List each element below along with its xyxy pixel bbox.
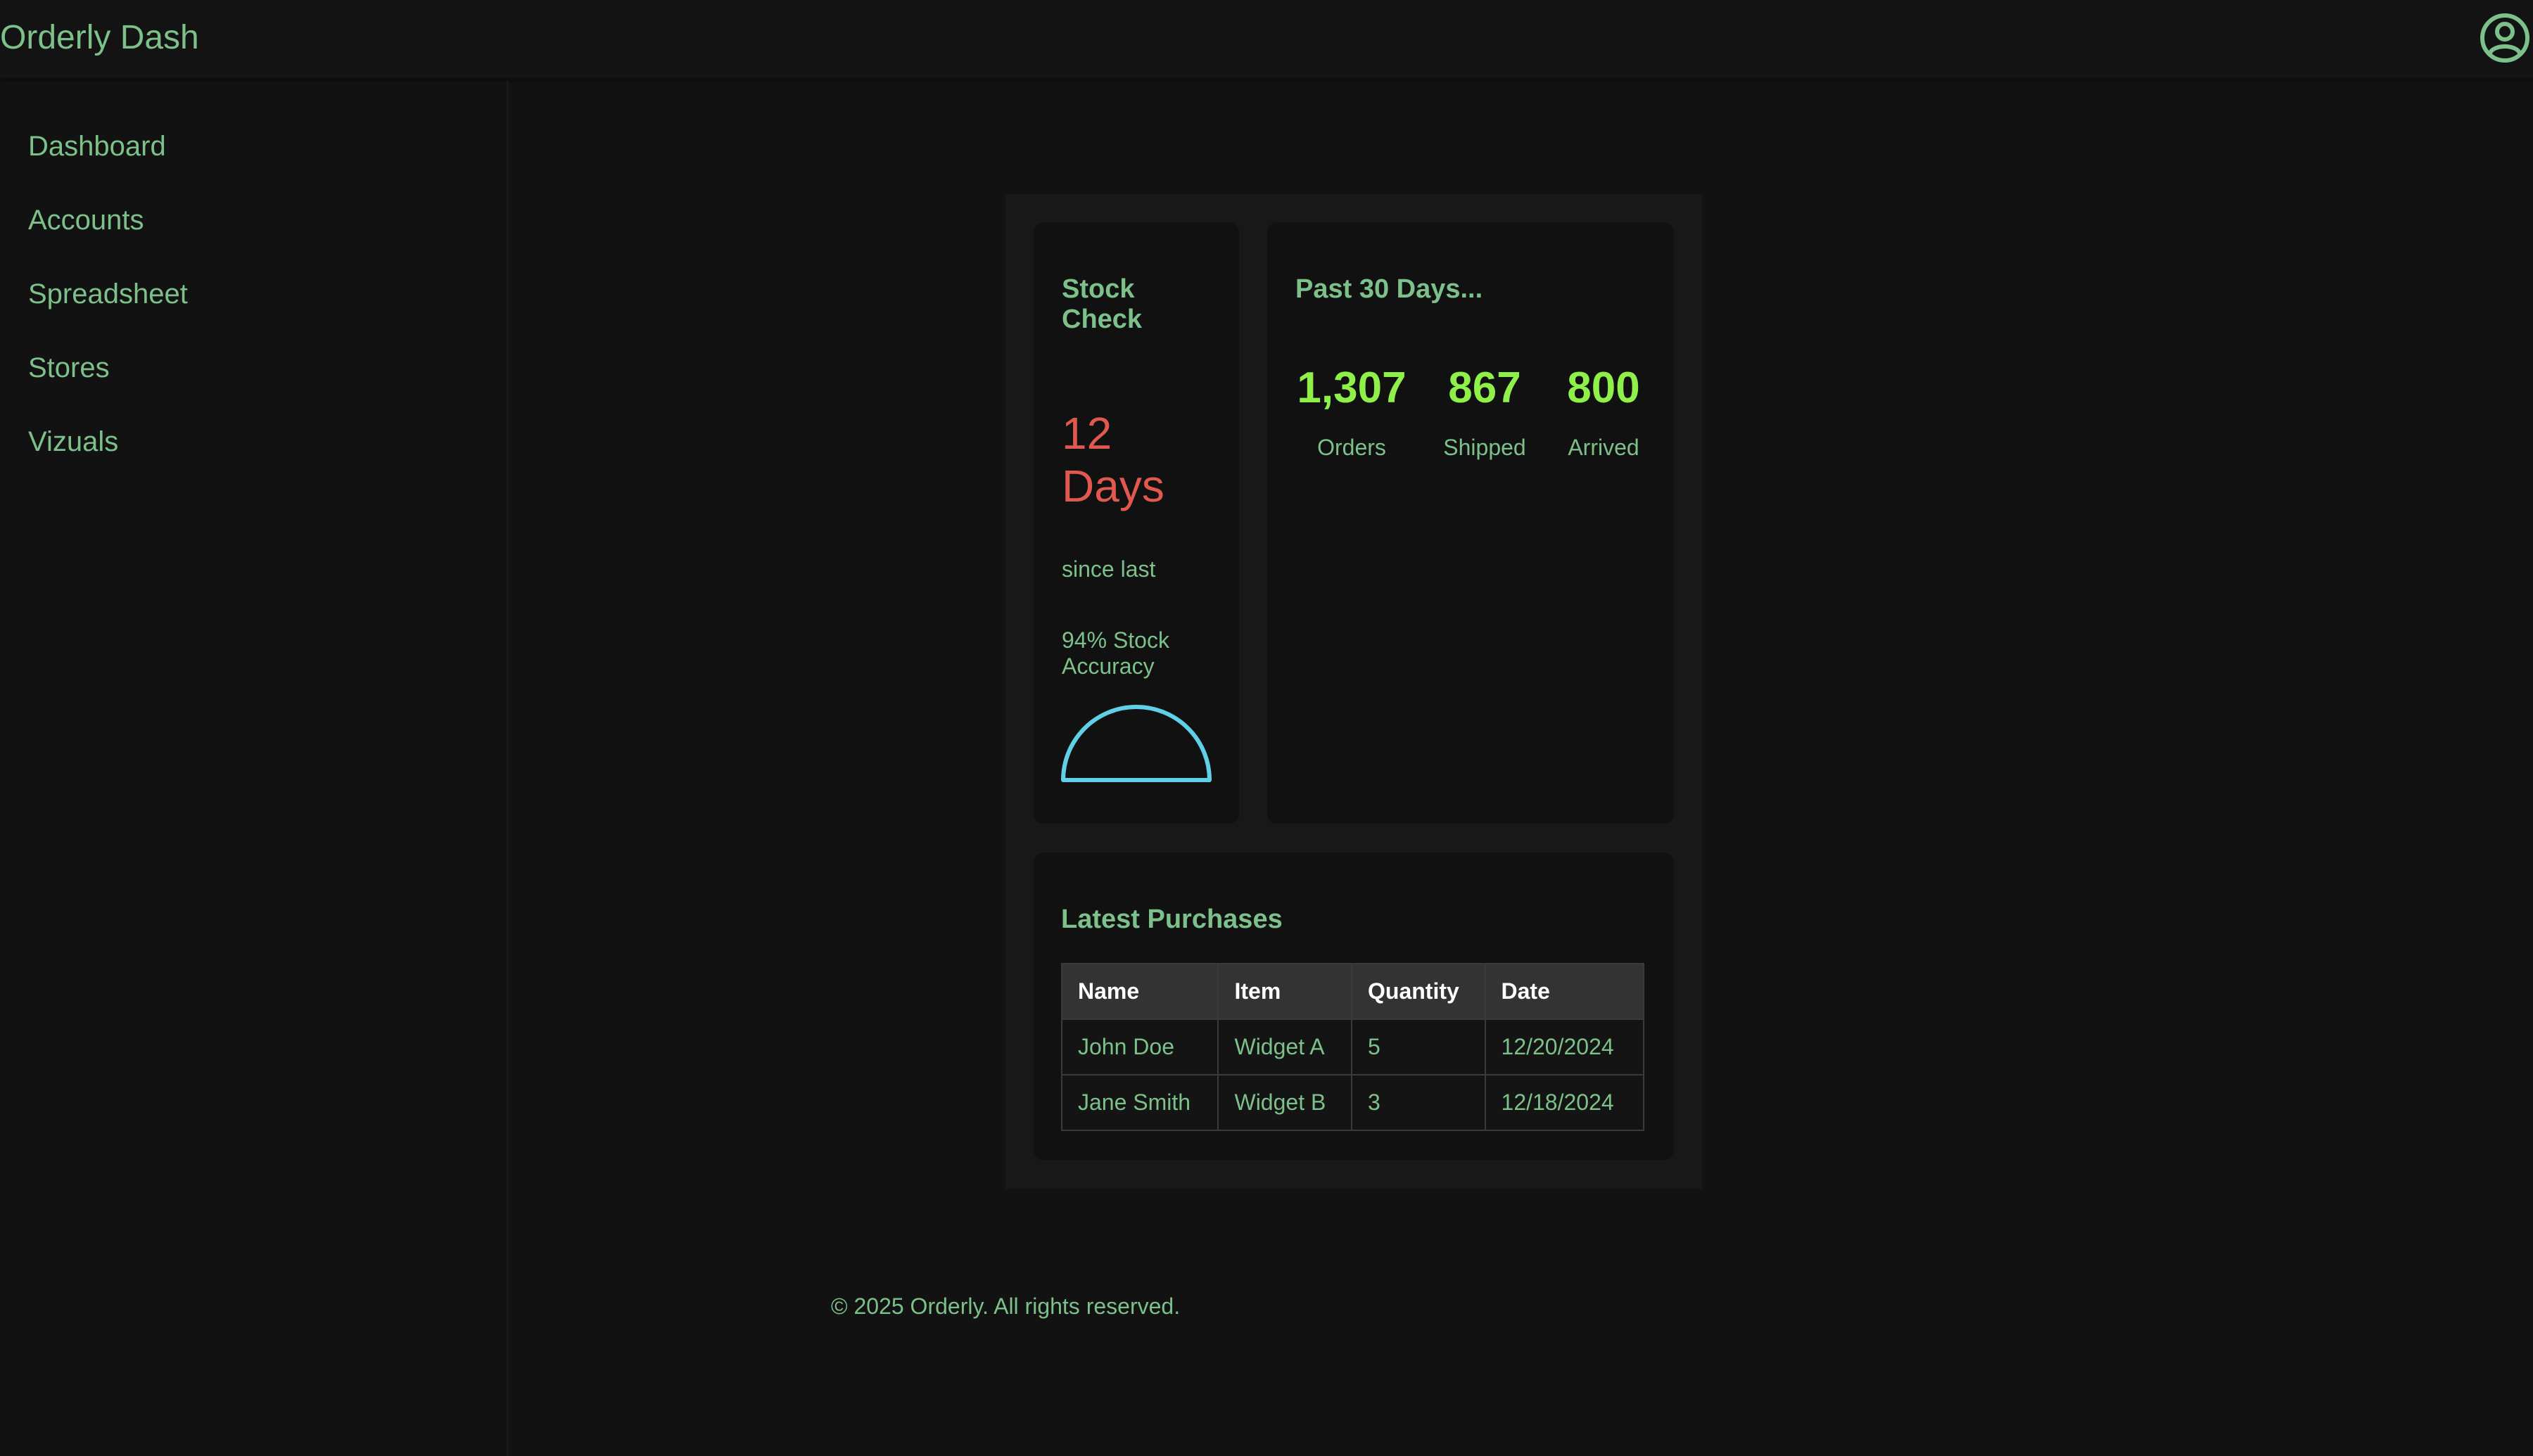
cell-item: Widget A — [1217, 1018, 1352, 1075]
cell-date: 12/20/2024 — [1484, 1018, 1645, 1075]
app-title: Orderly Dash — [0, 19, 199, 56]
table-header-row: Name Item Quantity Date — [1060, 963, 1645, 1020]
top-bar: Orderly Dash — [0, 0, 2533, 79]
latest-purchases-card: Latest Purchases Name Item Quantity Date… — [1034, 852, 1674, 1160]
column-header-date[interactable]: Date — [1484, 963, 1645, 1020]
stock-accuracy-gauge — [1061, 705, 1212, 782]
stock-check-title-line2: Check — [1062, 305, 1143, 334]
purchases-table: Name Item Quantity Date John Doe Widget … — [1060, 963, 1645, 1131]
past-30-days-card: Past 30 Days... 1,307 Orders 867 Shipped… — [1267, 222, 1674, 824]
stock-accuracy-line1: 94% Stock — [1062, 627, 1169, 653]
sidebar: Dashboard Accounts Spreadsheet Stores Vi… — [0, 81, 509, 1456]
stock-accuracy-line2: Accuracy — [1062, 653, 1155, 679]
user-circle-icon[interactable] — [2479, 12, 2531, 64]
past-30-days-title: Past 30 Days... — [1295, 274, 1483, 304]
cell-name: John Doe — [1060, 1018, 1219, 1075]
cell-item: Widget B — [1217, 1074, 1352, 1131]
arrived-count: 800 — [1567, 364, 1640, 412]
table-row[interactable]: Jane Smith Widget B 3 12/18/2024 — [1060, 1074, 1645, 1131]
footer-copyright: © 2025 Orderly. All rights reserved. — [831, 1294, 1181, 1319]
days-since-unit: Days — [1062, 461, 1164, 511]
stock-check-title-line1: Stock — [1062, 274, 1135, 304]
latest-purchases-title: Latest Purchases — [1061, 905, 1283, 934]
column-header-name[interactable]: Name — [1060, 963, 1219, 1020]
column-header-item[interactable]: Item — [1217, 963, 1352, 1020]
cell-date: 12/18/2024 — [1484, 1074, 1645, 1131]
sidebar-item-vizuals[interactable]: Vizuals — [28, 425, 118, 459]
orders-count: 1,307 — [1297, 364, 1407, 412]
days-since-number: 12 — [1062, 408, 1112, 459]
stock-check-content: Stock Check 12 Days since last 94% Stock… — [1034, 222, 1239, 824]
arrived-label: Arrived — [1568, 435, 1639, 460]
since-last-label: since last — [1062, 556, 1156, 582]
sidebar-item-accounts[interactable]: Accounts — [28, 203, 144, 237]
sidebar-item-dashboard[interactable]: Dashboard — [28, 129, 166, 163]
cell-name: Jane Smith — [1060, 1074, 1219, 1131]
cell-quantity: 5 — [1351, 1018, 1486, 1075]
shipped-count: 867 — [1448, 364, 1521, 412]
cell-quantity: 3 — [1351, 1074, 1486, 1131]
column-header-quantity[interactable]: Quantity — [1351, 963, 1486, 1020]
shipped-label: Shipped — [1443, 435, 1526, 460]
sidebar-item-stores[interactable]: Stores — [28, 351, 110, 385]
table-row[interactable]: John Doe Widget A 5 12/20/2024 — [1060, 1018, 1645, 1075]
orders-label: Orders — [1317, 435, 1386, 460]
sidebar-item-spreadsheet[interactable]: Spreadsheet — [28, 277, 188, 311]
